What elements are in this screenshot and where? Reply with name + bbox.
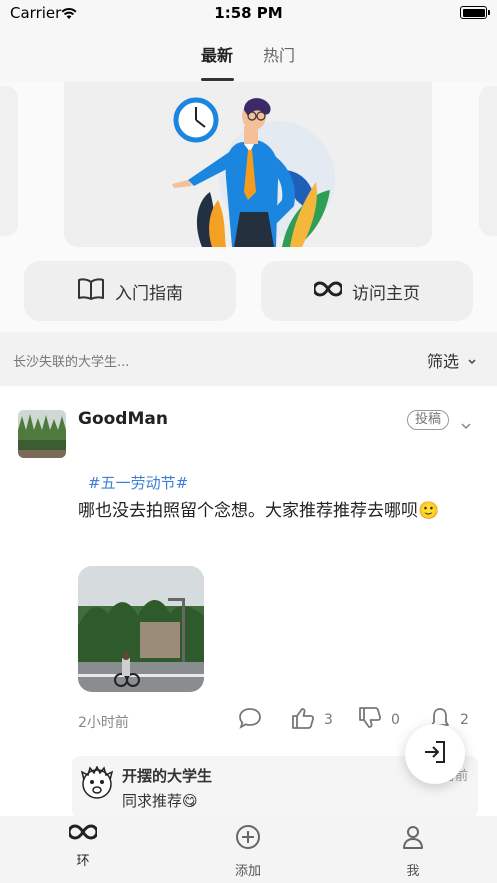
guide-label: 入门指南 [115, 283, 183, 304]
nav-me[interactable]: 我 [373, 824, 453, 879]
post-photo[interactable] [78, 566, 204, 692]
tab-latest[interactable]: 最新 [201, 42, 233, 66]
avatar[interactable] [18, 410, 66, 458]
active-tab-indicator [201, 78, 234, 81]
comment-icon [237, 706, 263, 734]
post-username[interactable]: GoodMan [78, 409, 168, 429]
chevron-down-icon[interactable] [460, 415, 472, 434]
nav-add-label: 添加 [234, 864, 261, 879]
dislike-button[interactable]: 0 [357, 706, 400, 734]
search-hint[interactable]: 长沙失联的大学生... [13, 351, 129, 370]
dislike-count: 0 [391, 712, 400, 728]
guide-button[interactable]: 入门指南 [24, 261, 236, 321]
post-hashtag[interactable]: #五一劳动节# [88, 472, 188, 493]
visit-label: 访问主页 [352, 283, 420, 304]
notify-count: 2 [460, 712, 469, 728]
infinity-icon [67, 824, 99, 844]
bottom-navigation: 环 添加 我 [0, 816, 497, 883]
user-icon [401, 824, 425, 854]
visit-homepage-button[interactable]: 访问主页 [261, 261, 473, 321]
chevron-down-icon [467, 351, 477, 370]
nav-ring-label: 环 [76, 854, 90, 869]
tab-hot[interactable]: 热门 [263, 42, 295, 66]
status-bar: Carrier 1:58 PM [0, 0, 497, 26]
like-count: 3 [324, 712, 333, 728]
plus-circle-icon [235, 824, 261, 854]
avatar[interactable] [80, 765, 114, 800]
comment-text: 同求推荐😋 [122, 792, 198, 810]
nav-add[interactable]: 添加 [208, 824, 288, 879]
filter-bar: 长沙失联的大学生... 筛选 [0, 332, 497, 386]
filter-label: 筛选 [426, 352, 459, 371]
filter-button[interactable]: 筛选 [427, 348, 477, 372]
infinity-icon [312, 280, 344, 302]
banner-next[interactable] [479, 86, 497, 236]
banner-carousel[interactable] [0, 82, 497, 250]
battery-icon [460, 6, 490, 19]
login-fab-button[interactable] [405, 724, 465, 784]
banner-main[interactable] [64, 82, 432, 247]
banner-prev[interactable] [0, 86, 18, 236]
nav-me-label: 我 [406, 864, 420, 879]
status-badge: 投稿 [407, 410, 450, 430]
clock-time: 1:58 PM [214, 4, 283, 22]
login-icon [422, 739, 448, 769]
like-button[interactable]: 3 [290, 706, 333, 734]
feed-tabs: 最新 热门 [0, 26, 497, 82]
thumbs-down-icon [357, 706, 383, 734]
thumbs-up-icon [290, 706, 316, 734]
comment-button[interactable] [237, 706, 263, 734]
quick-actions: 入门指南 访问主页 [0, 250, 497, 332]
post-timestamp: 2小时前 [78, 715, 129, 731]
book-icon [77, 277, 105, 305]
nav-ring[interactable]: 环 [43, 824, 123, 869]
post-body: 哪也没去拍照留个念想。大家推荐推荐去哪呗🙂 [78, 501, 440, 521]
banner-illustration [172, 97, 335, 247]
commenter-name[interactable]: 开摆的大学生 [122, 765, 212, 786]
